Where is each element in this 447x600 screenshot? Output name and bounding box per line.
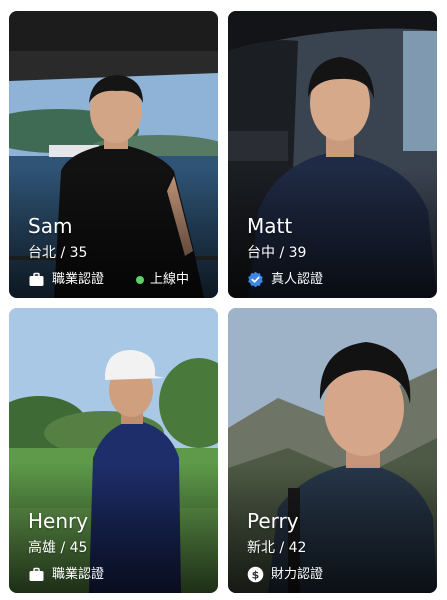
online-status: 上線中	[136, 272, 189, 288]
svg-text:$: $	[252, 569, 260, 582]
profile-location-age: 台北 / 35	[28, 245, 88, 261]
briefcase-icon	[28, 271, 45, 288]
profile-card-henry[interactable]: Henry 高雄 / 45 職業認證	[9, 308, 218, 593]
profile-info: Perry 新北 / 42 $ 財力認證	[247, 509, 425, 583]
verification-badge-label: 職業認證	[52, 566, 105, 582]
profile-card-matt[interactable]: Matt 台中 / 39 真人認證	[228, 11, 437, 298]
verification-badge-label: 財力認證	[271, 566, 324, 582]
profile-info: Henry 高雄 / 45 職業認證	[28, 509, 206, 583]
online-dot-icon	[136, 275, 145, 284]
profile-info: Sam 台北 / 35 職業認證 上線中	[28, 214, 206, 288]
profile-card-perry[interactable]: Perry 新北 / 42 $ 財力認證	[228, 308, 437, 593]
profile-badges: 真人認證	[247, 271, 425, 288]
verification-badge-label: 職業認證	[52, 271, 105, 287]
verified-check-icon	[247, 271, 264, 288]
profile-badges: $ 財力認證	[247, 566, 425, 583]
profile-location-age: 台中 / 39	[247, 245, 307, 261]
profile-location-age: 新北 / 42	[247, 540, 307, 556]
briefcase-icon	[28, 566, 45, 583]
profile-name: Matt	[247, 214, 293, 238]
profile-badges: 職業認證 上線中	[28, 271, 206, 288]
profile-name: Perry	[247, 509, 299, 533]
profile-badges: 職業認證	[28, 566, 206, 583]
online-status-label: 上線中	[150, 271, 190, 287]
verification-badge-label: 真人認證	[271, 271, 324, 287]
profile-name: Sam	[28, 214, 73, 238]
profile-info: Matt 台中 / 39 真人認證	[247, 214, 425, 288]
profile-name: Henry	[28, 509, 89, 533]
profile-card-sam[interactable]: Sam 台北 / 35 職業認證 上線中	[9, 11, 218, 298]
verification-badge: $ 財力認證	[247, 566, 323, 583]
profile-location-age: 高雄 / 45	[28, 540, 88, 556]
verification-badge: 職業認證	[28, 271, 104, 288]
dollar-circle-icon: $	[247, 566, 264, 583]
verification-badge: 職業認證	[28, 566, 104, 583]
verification-badge: 真人認證	[247, 271, 323, 288]
